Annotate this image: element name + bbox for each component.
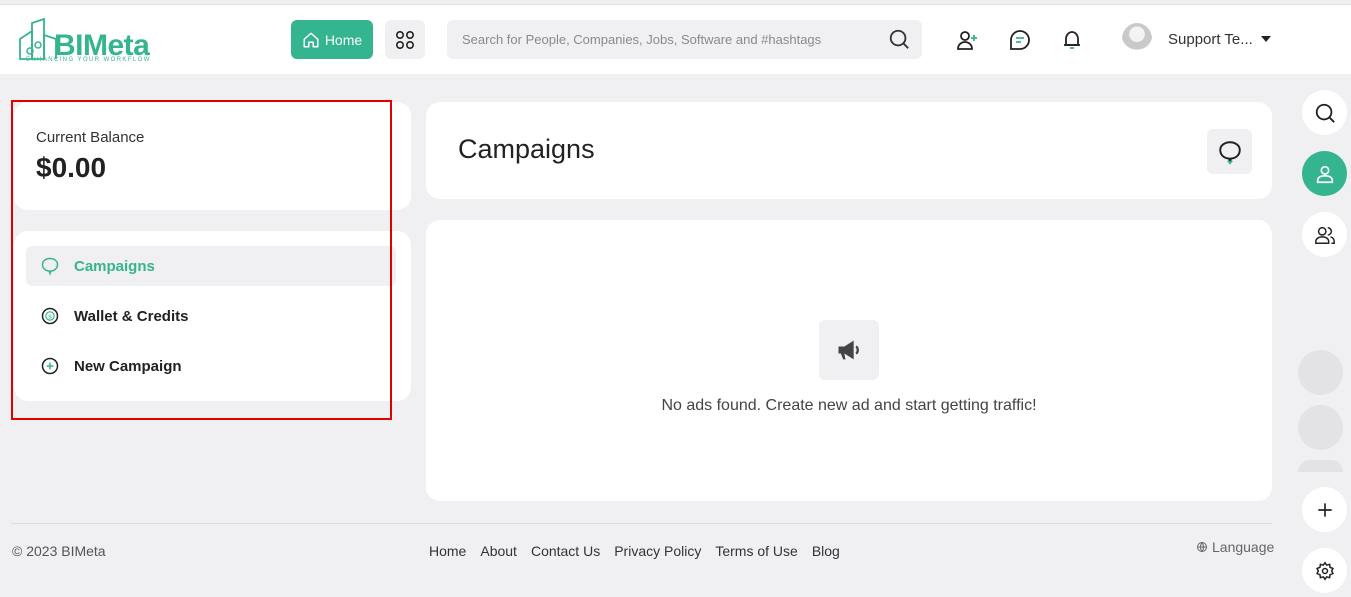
campaign-icon xyxy=(40,256,60,276)
footer-link-about[interactable]: About xyxy=(480,543,517,559)
campaigns-header-card: Campaigns xyxy=(426,102,1272,199)
globe-icon xyxy=(1197,542,1207,553)
add-person-icon xyxy=(957,31,977,50)
menu-item-label: New Campaign xyxy=(74,357,182,375)
rail-groups-button[interactable] xyxy=(1302,212,1347,257)
menu-item-label: Campaigns xyxy=(74,257,155,275)
menu-item-label: Wallet & Credits xyxy=(74,307,189,325)
rail-settings-button[interactable] xyxy=(1302,548,1347,593)
footer-link-contact[interactable]: Contact Us xyxy=(531,543,600,559)
language-selector[interactable]: Language xyxy=(1196,539,1274,555)
empty-state-message: No ads found. Create new ad and start ge… xyxy=(661,397,1037,414)
megaphone-icon xyxy=(819,320,879,380)
search-icon xyxy=(1315,103,1335,123)
campaign-icon xyxy=(1218,140,1241,165)
home-icon xyxy=(303,32,319,47)
add-friend-button[interactable] xyxy=(954,27,980,53)
person-icon xyxy=(1316,165,1333,183)
copyright: © 2023 BIMeta xyxy=(12,543,106,559)
user-menu[interactable]: Support Te... xyxy=(1122,21,1271,57)
balance-value: $0.00 xyxy=(36,152,107,183)
home-button[interactable]: Home xyxy=(291,20,373,59)
settings-icon xyxy=(1315,560,1334,581)
brand-logo[interactable]: BIMeta ENHANCING YOUR WORKFLOW xyxy=(16,17,156,65)
bell-icon xyxy=(1064,31,1080,49)
apps-grid-icon xyxy=(395,30,415,49)
page-title: Campaigns xyxy=(458,134,595,164)
language-label: Language xyxy=(1212,539,1275,555)
brand-tagline: ENHANCING YOUR WORKFLOW xyxy=(26,57,151,63)
menu-item-new-campaign[interactable]: New Campaign xyxy=(26,346,396,386)
search-icon[interactable] xyxy=(888,28,910,50)
balance-label: Current Balance xyxy=(36,129,145,146)
apps-button[interactable] xyxy=(385,20,425,59)
rail-placeholder xyxy=(1298,350,1343,395)
footer-divider xyxy=(11,523,1272,524)
balance-card: Current Balance $0.00 xyxy=(14,102,411,210)
rail-search-button[interactable] xyxy=(1302,90,1347,135)
chevron-down-icon xyxy=(1260,36,1271,42)
search-bar xyxy=(447,20,922,59)
wallet-icon: $ xyxy=(40,306,60,326)
rail-placeholder xyxy=(1298,460,1343,472)
menu-item-wallet[interactable]: $ Wallet & Credits xyxy=(26,296,396,336)
messages-button[interactable] xyxy=(1007,27,1033,53)
user-name: Support Te... xyxy=(1168,30,1253,48)
plus-icon xyxy=(1317,502,1332,517)
footer-link-home[interactable]: Home xyxy=(429,543,466,559)
plus-circle-icon xyxy=(40,356,60,376)
campaigns-list-card: No ads found. Create new ad and start ge… xyxy=(426,220,1272,501)
menu-item-campaigns[interactable]: Campaigns xyxy=(26,246,396,286)
avatar xyxy=(1122,23,1152,55)
search-input[interactable] xyxy=(447,32,867,47)
footer-link-terms[interactable]: Terms of Use xyxy=(715,543,797,559)
chat-icon xyxy=(1010,30,1030,50)
home-button-label: Home xyxy=(324,31,363,48)
notifications-button[interactable] xyxy=(1059,27,1085,53)
people-icon xyxy=(1314,226,1335,244)
footer-links: Home About Contact Us Privacy Policy Ter… xyxy=(429,543,840,559)
footer-link-blog[interactable]: Blog xyxy=(812,543,840,559)
footer-link-privacy[interactable]: Privacy Policy xyxy=(614,543,701,559)
campaigns-header-button[interactable] xyxy=(1207,129,1252,174)
rail-profile-button[interactable] xyxy=(1302,151,1347,196)
ads-menu: Campaigns $ Wallet & Credits New Campaig… xyxy=(14,231,411,401)
rail-add-button[interactable] xyxy=(1302,487,1347,532)
rail-placeholder xyxy=(1298,405,1343,450)
top-bar: BIMeta ENHANCING YOUR WORKFLOW Home Supp… xyxy=(0,4,1351,74)
